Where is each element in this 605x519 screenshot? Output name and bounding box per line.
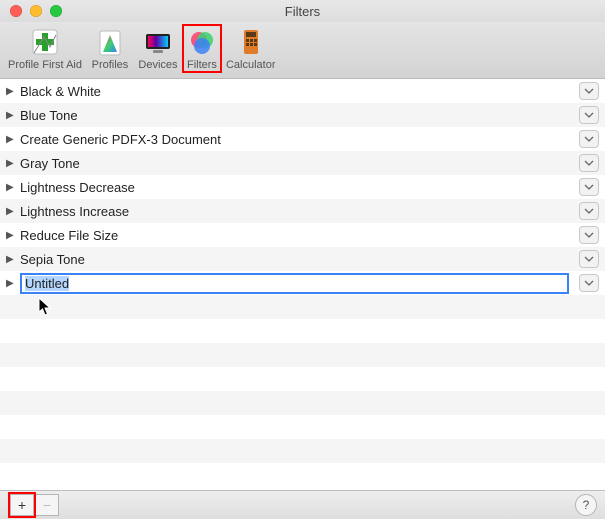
row-options-button[interactable] xyxy=(579,106,599,124)
filters-icon xyxy=(186,26,218,58)
toolbar-label: Devices xyxy=(138,59,177,71)
empty-row xyxy=(0,391,605,415)
disclosure-triangle-icon[interactable]: ▶ xyxy=(6,182,16,193)
empty-row xyxy=(0,295,605,319)
help-button[interactable]: ? xyxy=(575,494,597,516)
footer-bar: + − ? xyxy=(0,490,605,519)
titlebar: Filters xyxy=(0,0,605,22)
traffic-lights xyxy=(0,5,62,17)
filter-row[interactable]: ▶ Lightness Decrease xyxy=(0,175,605,199)
toolbar-label: Profile First Aid xyxy=(8,59,82,71)
toolbar-item-profile-first-aid[interactable]: Profile First Aid xyxy=(4,24,86,71)
row-options-button[interactable] xyxy=(579,130,599,148)
devices-icon xyxy=(142,26,174,58)
remove-filter-button[interactable]: − xyxy=(36,494,59,516)
empty-row xyxy=(0,319,605,343)
empty-row xyxy=(0,415,605,439)
toolbar-item-devices[interactable]: Devices xyxy=(134,24,182,71)
filter-name-input[interactable] xyxy=(20,273,569,294)
filter-row[interactable]: ▶ Lightness Increase xyxy=(0,199,605,223)
disclosure-triangle-icon[interactable]: ▶ xyxy=(6,206,16,217)
minimize-window-button[interactable] xyxy=(30,5,42,17)
filter-row[interactable]: ▶ Black & White xyxy=(0,79,605,103)
row-options-button[interactable] xyxy=(579,82,599,100)
filter-row-label: Sepia Tone xyxy=(20,252,573,267)
toolbar-item-calculator[interactable]: Calculator xyxy=(222,24,280,71)
disclosure-triangle-icon[interactable]: ▶ xyxy=(6,254,16,265)
toolbar-item-filters[interactable]: Filters xyxy=(182,24,222,73)
add-remove-group: + xyxy=(8,492,36,518)
empty-row xyxy=(0,439,605,463)
row-options-button[interactable] xyxy=(579,178,599,196)
filter-row[interactable]: ▶ Reduce File Size xyxy=(0,223,605,247)
filter-row-label: Lightness Increase xyxy=(20,204,573,219)
profiles-icon xyxy=(94,26,126,58)
disclosure-triangle-icon[interactable]: ▶ xyxy=(6,110,16,121)
disclosure-triangle-icon[interactable]: ▶ xyxy=(6,278,16,289)
row-options-button[interactable] xyxy=(579,274,599,292)
disclosure-triangle-icon[interactable]: ▶ xyxy=(6,134,16,145)
row-options-button[interactable] xyxy=(579,226,599,244)
zoom-window-button[interactable] xyxy=(50,5,62,17)
window-title: Filters xyxy=(0,4,605,19)
row-options-button[interactable] xyxy=(579,250,599,268)
calculator-icon xyxy=(235,26,267,58)
filter-row[interactable]: ▶ Blue Tone xyxy=(0,103,605,127)
toolbar-label: Calculator xyxy=(226,59,276,71)
row-options-button[interactable] xyxy=(579,154,599,172)
filter-row-label: Black & White xyxy=(20,84,573,99)
close-window-button[interactable] xyxy=(10,5,22,17)
filter-row-editing[interactable]: ▶ xyxy=(0,271,605,295)
empty-row xyxy=(0,367,605,391)
add-filter-button[interactable]: + xyxy=(10,494,34,516)
app-window: Filters Profile First Aid xyxy=(0,0,605,519)
disclosure-triangle-icon[interactable]: ▶ xyxy=(6,86,16,97)
filter-row-label: Reduce File Size xyxy=(20,228,573,243)
toolbar-label: Profiles xyxy=(92,59,129,71)
filter-list: ▶ Black & White ▶ Blue Tone ▶ Create Gen… xyxy=(0,79,605,490)
filter-row[interactable]: ▶ Gray Tone xyxy=(0,151,605,175)
filter-row-label: Lightness Decrease xyxy=(20,180,573,195)
empty-row xyxy=(0,463,605,487)
disclosure-triangle-icon[interactable]: ▶ xyxy=(6,158,16,169)
toolbar: Profile First Aid Profiles xyxy=(0,22,605,79)
filter-row-label: Create Generic PDFX-3 Document xyxy=(20,132,573,147)
toolbar-item-profiles[interactable]: Profiles xyxy=(86,24,134,71)
filter-row[interactable]: ▶ Sepia Tone xyxy=(0,247,605,271)
empty-row xyxy=(0,343,605,367)
filter-row-label: Blue Tone xyxy=(20,108,573,123)
filter-row[interactable]: ▶ Create Generic PDFX-3 Document xyxy=(0,127,605,151)
disclosure-triangle-icon[interactable]: ▶ xyxy=(6,230,16,241)
profile-first-aid-icon xyxy=(29,26,61,58)
row-options-button[interactable] xyxy=(579,202,599,220)
toolbar-label: Filters xyxy=(187,59,217,71)
filter-row-label: Gray Tone xyxy=(20,156,573,171)
